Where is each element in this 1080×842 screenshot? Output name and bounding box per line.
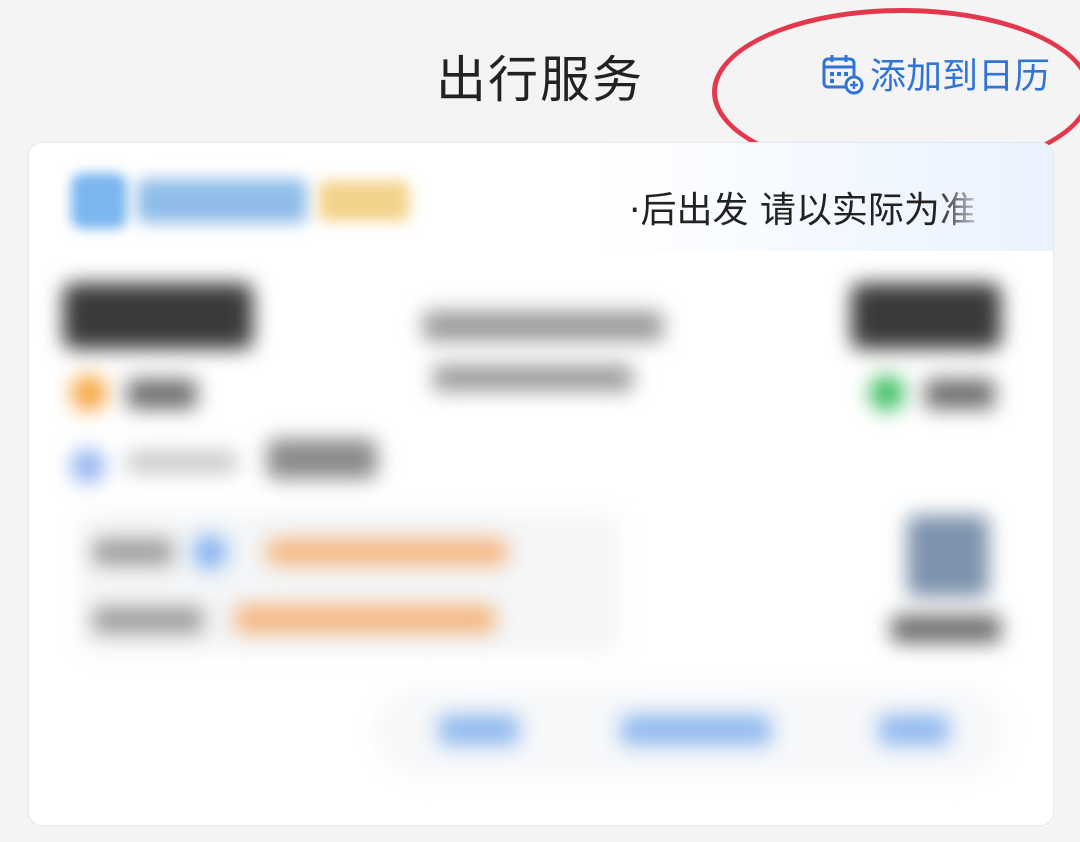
- qr-code-icon[interactable]: [907, 515, 989, 597]
- passenger-info-blurred: [127, 451, 237, 473]
- passenger-icon: [71, 449, 105, 483]
- add-to-calendar-button[interactable]: 添加到日历: [820, 47, 1050, 99]
- info-icon: [193, 535, 227, 569]
- qr-label-blurred: [891, 615, 1001, 643]
- train-tag-blurred: [319, 181, 409, 221]
- action-button-1[interactable]: [439, 715, 519, 745]
- action-button-3[interactable]: [879, 715, 949, 745]
- train-icon: [71, 173, 127, 229]
- depart-note: ·后出发 请以实际为准: [629, 190, 976, 231]
- gate-label-blurred: [93, 607, 203, 633]
- duration-blurred: [423, 311, 663, 341]
- arrival-station-blurred: [925, 379, 995, 409]
- calendar-add-icon: [822, 55, 864, 95]
- arrival-time-blurred: [851, 283, 1001, 349]
- header: 出行服务 添加到日历: [0, 0, 1080, 176]
- train-number-blurred: [137, 179, 307, 223]
- add-to-calendar-label: 添加到日历: [869, 56, 1050, 97]
- trip-card-header: ·后出发 请以实际为准: [29, 143, 1053, 251]
- action-button-2[interactable]: [621, 715, 771, 745]
- passenger-name-blurred: [267, 439, 377, 479]
- seat-label-blurred: [93, 539, 173, 565]
- departure-dot-icon: [71, 375, 107, 411]
- date-blurred: [433, 365, 633, 391]
- trip-card[interactable]: ·后出发 请以实际为准: [28, 142, 1054, 826]
- gate-value-blurred: [235, 605, 495, 633]
- departure-time-blurred: [63, 283, 253, 349]
- seat-value-blurred: [267, 539, 507, 565]
- departure-station-blurred: [127, 379, 197, 409]
- arrival-dot-icon: [869, 375, 905, 411]
